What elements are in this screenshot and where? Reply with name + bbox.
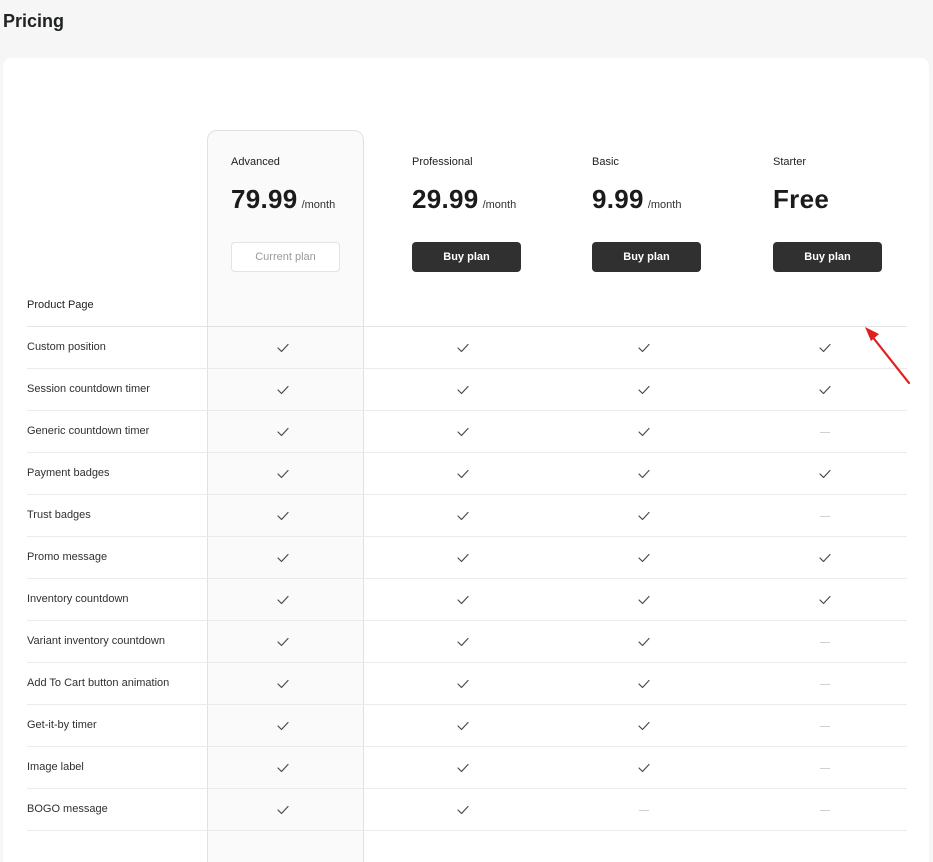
feature-row: Generic countdown timer: [27, 411, 907, 453]
feature-name: Custom position: [27, 341, 106, 353]
plan-period: /month: [647, 199, 682, 211]
feature-row: Get-it-by timer: [27, 705, 907, 747]
feature-table: Custom position Session countdown timer Ge…: [27, 327, 907, 831]
section-title: Product Page: [27, 299, 94, 311]
buy-plan-button-basic[interactable]: Buy plan: [592, 242, 701, 272]
plan-professional: Professional 29.99 /month: [412, 156, 552, 215]
check-icon: [263, 453, 303, 495]
check-icon: [443, 327, 483, 369]
page-title: Pricing: [3, 11, 65, 31]
check-icon: [443, 453, 483, 495]
feature-name: Payment badges: [27, 467, 110, 479]
plan-basic: Basic 9.99 /month: [592, 156, 732, 215]
check-icon: [624, 411, 664, 453]
check-icon: [263, 747, 303, 789]
check-icon: [624, 453, 664, 495]
check-icon: [443, 495, 483, 537]
check-icon: [443, 747, 483, 789]
check-icon: [624, 747, 664, 789]
check-icon: [263, 327, 303, 369]
check-icon: [443, 411, 483, 453]
feature-name: Promo message: [27, 551, 108, 563]
check-icon: [263, 579, 303, 621]
feature-name: Get-it-by timer: [27, 719, 97, 731]
plan-name: Starter: [773, 156, 807, 168]
check-icon: [263, 369, 303, 411]
feature-row: Session countdown timer: [27, 369, 907, 411]
check-icon: [443, 621, 483, 663]
buy-plan-button-professional[interactable]: Buy plan: [412, 242, 521, 272]
check-icon: [443, 369, 483, 411]
check-icon: [624, 495, 664, 537]
plan-name: Professional: [412, 156, 473, 168]
dash-icon: [805, 789, 845, 831]
check-icon: [805, 537, 845, 579]
plan-starter: Starter Free: [773, 156, 913, 215]
feature-name: Trust badges: [27, 509, 91, 521]
buy-plan-button-starter[interactable]: Buy plan: [773, 242, 882, 272]
current-plan-button[interactable]: Current plan: [231, 242, 340, 272]
dash-icon: [805, 621, 845, 663]
check-icon: [443, 789, 483, 831]
plan-price: 29.99: [412, 184, 479, 214]
plan-price: 9.99: [592, 184, 644, 214]
feature-name: Variant inventory countdown: [27, 635, 165, 647]
check-icon: [805, 453, 845, 495]
check-icon: [805, 327, 845, 369]
plan-advanced: Advanced 79.99 /month: [231, 156, 371, 215]
check-icon: [805, 369, 845, 411]
check-icon: [624, 327, 664, 369]
check-icon: [263, 411, 303, 453]
check-icon: [263, 621, 303, 663]
feature-name: Add To Cart button animation: [27, 677, 170, 689]
dash-icon: [805, 663, 845, 705]
feature-name: Image label: [27, 761, 84, 773]
check-icon: [624, 537, 664, 579]
check-icon: [624, 705, 664, 747]
plan-price: Free: [773, 184, 830, 214]
plan-period: /month: [301, 199, 336, 211]
dash-icon: [805, 705, 845, 747]
check-icon: [624, 621, 664, 663]
check-icon: [624, 579, 664, 621]
check-icon: [443, 705, 483, 747]
feature-row: Inventory countdown: [27, 579, 907, 621]
dash-icon: [805, 747, 845, 789]
check-icon: [263, 789, 303, 831]
feature-name: Inventory countdown: [27, 593, 129, 605]
plan-period: /month: [482, 199, 517, 211]
dash-icon: [805, 495, 845, 537]
feature-row: Promo message: [27, 537, 907, 579]
feature-row: Variant inventory countdown: [27, 621, 907, 663]
feature-row: Payment badges: [27, 453, 907, 495]
check-icon: [624, 369, 664, 411]
pricing-card: Advanced 79.99 /month Professional 29.99…: [3, 58, 929, 862]
annotation-arrow-icon: [865, 327, 911, 385]
feature-row: Image label: [27, 747, 907, 789]
feature-name: Generic countdown timer: [27, 425, 150, 437]
check-icon: [263, 705, 303, 747]
check-icon: [263, 495, 303, 537]
feature-name: Session countdown timer: [27, 383, 150, 395]
feature-row: Custom position: [27, 327, 907, 369]
dash-icon: [805, 411, 845, 453]
plan-price: 79.99: [231, 184, 298, 214]
check-icon: [263, 537, 303, 579]
check-icon: [263, 663, 303, 705]
feature-name: BOGO message: [27, 803, 108, 815]
plan-name: Basic: [592, 156, 619, 168]
feature-row: Trust badges: [27, 495, 907, 537]
check-icon: [443, 537, 483, 579]
plan-name: Advanced: [231, 156, 280, 168]
check-icon: [805, 579, 845, 621]
feature-row: Add To Cart button animation: [27, 663, 907, 705]
feature-row: BOGO message: [27, 789, 907, 831]
dash-icon: [624, 789, 664, 831]
check-icon: [443, 579, 483, 621]
check-icon: [624, 663, 664, 705]
check-icon: [443, 663, 483, 705]
